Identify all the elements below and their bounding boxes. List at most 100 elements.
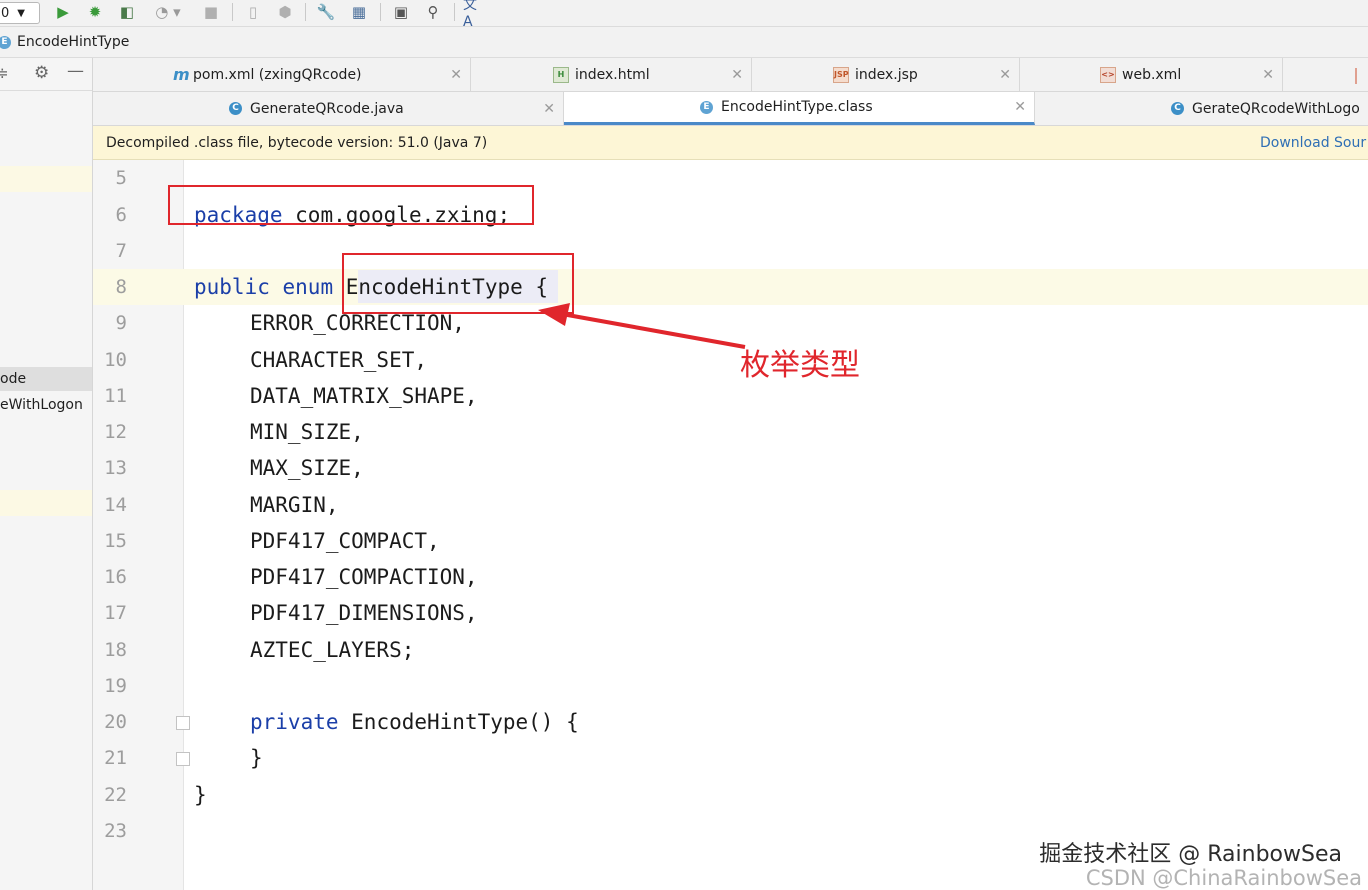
maven-icon: m xyxy=(173,64,190,84)
translate-icon[interactable]: 文A xyxy=(463,0,485,30)
tab-label: index.html xyxy=(575,66,650,83)
line-number: 18 xyxy=(104,639,127,661)
project-tree-item[interactable]: ode xyxy=(0,367,92,391)
project-tree-item[interactable]: eWithLogon xyxy=(0,393,92,417)
toolbar-separator xyxy=(232,3,233,21)
line-number: 14 xyxy=(104,494,127,516)
fold-marker-icon[interactable] xyxy=(176,752,190,766)
build-icon[interactable]: ⬢ xyxy=(274,1,296,23)
code-line-constant: CHARACTER_SET, xyxy=(250,348,428,372)
line-number: 23 xyxy=(104,820,127,842)
line-number: 13 xyxy=(104,457,127,479)
code-line-constant: MAX_SIZE, xyxy=(250,456,364,480)
stop-icon[interactable]: ■ xyxy=(200,1,222,23)
line-number: 21 xyxy=(104,747,127,769)
tab-label: EncodeHintType.class xyxy=(721,99,873,115)
line-number: 6 xyxy=(115,204,127,226)
line-number: 12 xyxy=(104,421,127,443)
class-icon: C xyxy=(1171,102,1184,115)
line-number: 19 xyxy=(104,675,127,697)
keyword: enum xyxy=(282,275,334,299)
editor-tabs-row-2: C GenerateQRcode.java ✕ E EncodeHintType… xyxy=(93,92,1368,126)
decompiled-notice-banner: Decompiled .class file, bytecode version… xyxy=(93,126,1368,160)
code-line-constant: PDF417_COMPACT, xyxy=(250,529,440,553)
project-tree-item-label: ode xyxy=(0,371,27,387)
code-line-constant: AZTEC_LAYERS; xyxy=(250,638,415,662)
tab-encodehinttype-class[interactable]: E EncodeHintType.class ✕ xyxy=(564,92,1035,125)
coverage-icon[interactable]: ◧ xyxy=(116,1,138,23)
code-line-constant: MARGIN, xyxy=(250,493,339,517)
close-icon[interactable]: ✕ xyxy=(1014,99,1026,115)
line-number: 17 xyxy=(104,602,127,624)
run-icon[interactable]: ▶ xyxy=(52,1,74,23)
fold-marker-icon[interactable] xyxy=(176,716,190,730)
line-number: 10 xyxy=(104,349,127,371)
tab-label: pom.xml (zxingQRcode) xyxy=(193,66,362,83)
close-icon[interactable]: ✕ xyxy=(450,67,462,83)
line-number: 15 xyxy=(104,530,127,552)
project-structure-icon[interactable]: ▦ xyxy=(348,1,370,23)
enum-icon: E xyxy=(700,100,713,114)
profile-icon[interactable]: ◔ ▾ xyxy=(150,1,186,23)
editor-tabs-row-1: m pom.xml (zxingQRcode) ✕ H index.html ✕… xyxy=(93,58,1368,92)
tab-gerateqrcodewithlogo[interactable]: C GerateQRcodeWithLogo xyxy=(1035,92,1368,125)
tab-index-jsp[interactable]: JSP index.jsp ✕ xyxy=(752,58,1020,91)
close-icon[interactable]: ✕ xyxy=(543,101,555,117)
debug-icon[interactable]: ✹ xyxy=(84,1,106,23)
code-line-constructor: private EncodeHintType() { xyxy=(250,704,579,740)
tab-pom-xml[interactable]: m pom.xml (zxingQRcode) ✕ xyxy=(93,58,471,91)
line-number: 11 xyxy=(104,385,127,407)
annotation-arrow xyxy=(538,303,746,349)
tab-label: web.xml xyxy=(1122,66,1182,83)
run-configuration-select[interactable]: 0 ▼ xyxy=(0,2,40,24)
html-file-icon: H xyxy=(553,66,569,83)
tab-index-html[interactable]: H index.html ✕ xyxy=(471,58,752,91)
line-number: 8 xyxy=(115,276,127,298)
watermark-primary: 掘金技术社区 @ RainbowSea xyxy=(1039,842,1342,867)
breadcrumb-label[interactable]: EncodeHintType xyxy=(17,34,129,50)
project-row-highlight xyxy=(0,166,92,192)
project-panel-header: ≑ ⚙ — xyxy=(0,58,92,91)
close-icon[interactable]: ✕ xyxy=(999,67,1011,83)
close-icon[interactable]: ✕ xyxy=(731,67,743,83)
close-icon[interactable]: ✕ xyxy=(1262,67,1274,83)
run-config-value: 0 xyxy=(1,5,10,21)
line-number: 9 xyxy=(115,312,127,334)
arrow-shaft xyxy=(561,312,746,349)
code-line-constant: MIN_SIZE, xyxy=(250,420,364,444)
tab-generateqrcode-java[interactable]: C GenerateQRcode.java ✕ xyxy=(93,92,564,125)
code-line-brace: } xyxy=(194,783,207,807)
enum-icon: E xyxy=(0,35,11,49)
annotation-box-package xyxy=(168,185,534,225)
code-line-constant: PDF417_COMPACTION, xyxy=(250,565,478,589)
project-row-highlight xyxy=(0,490,92,516)
terminal-icon[interactable]: ▣ xyxy=(390,1,412,23)
jsp-file-icon: JSP xyxy=(833,66,849,83)
keyword: private xyxy=(250,710,339,734)
chevron-down-icon: ▼ xyxy=(17,7,25,19)
settings-wrench-icon[interactable]: 🔧 xyxy=(315,1,337,23)
class-icon: C xyxy=(229,102,242,115)
minimize-icon[interactable]: — xyxy=(67,61,84,81)
line-number: 20 xyxy=(104,711,127,733)
code-line-brace: } xyxy=(250,746,263,770)
arrow-head xyxy=(538,303,570,326)
keyword: public xyxy=(194,275,270,299)
line-number: 16 xyxy=(104,566,127,588)
overflow-tab-icon[interactable] xyxy=(1355,68,1367,84)
project-panel: ≑ ⚙ — ode eWithLogon xyxy=(0,58,93,890)
tab-web-xml[interactable]: <> web.xml ✕ xyxy=(1020,58,1283,91)
search-icon[interactable]: ⚲ xyxy=(422,1,444,23)
toolbar-separator xyxy=(380,3,381,21)
xml-file-icon: <> xyxy=(1100,66,1116,83)
code-line-constant: DATA_MATRIX_SHAPE, xyxy=(250,384,478,408)
download-sources-link[interactable]: Download Sour xyxy=(1260,135,1366,151)
attach-icon[interactable]: ▯ xyxy=(242,1,264,23)
collapse-all-icon[interactable]: ≑ xyxy=(0,64,9,82)
breadcrumb: E EncodeHintType xyxy=(0,27,1368,58)
toolbar-separator xyxy=(454,3,455,21)
line-number: 22 xyxy=(104,784,127,806)
gear-icon[interactable]: ⚙ xyxy=(34,63,49,83)
banner-message: Decompiled .class file, bytecode version… xyxy=(106,134,488,151)
project-tree-item-label: eWithLogon xyxy=(0,397,83,413)
